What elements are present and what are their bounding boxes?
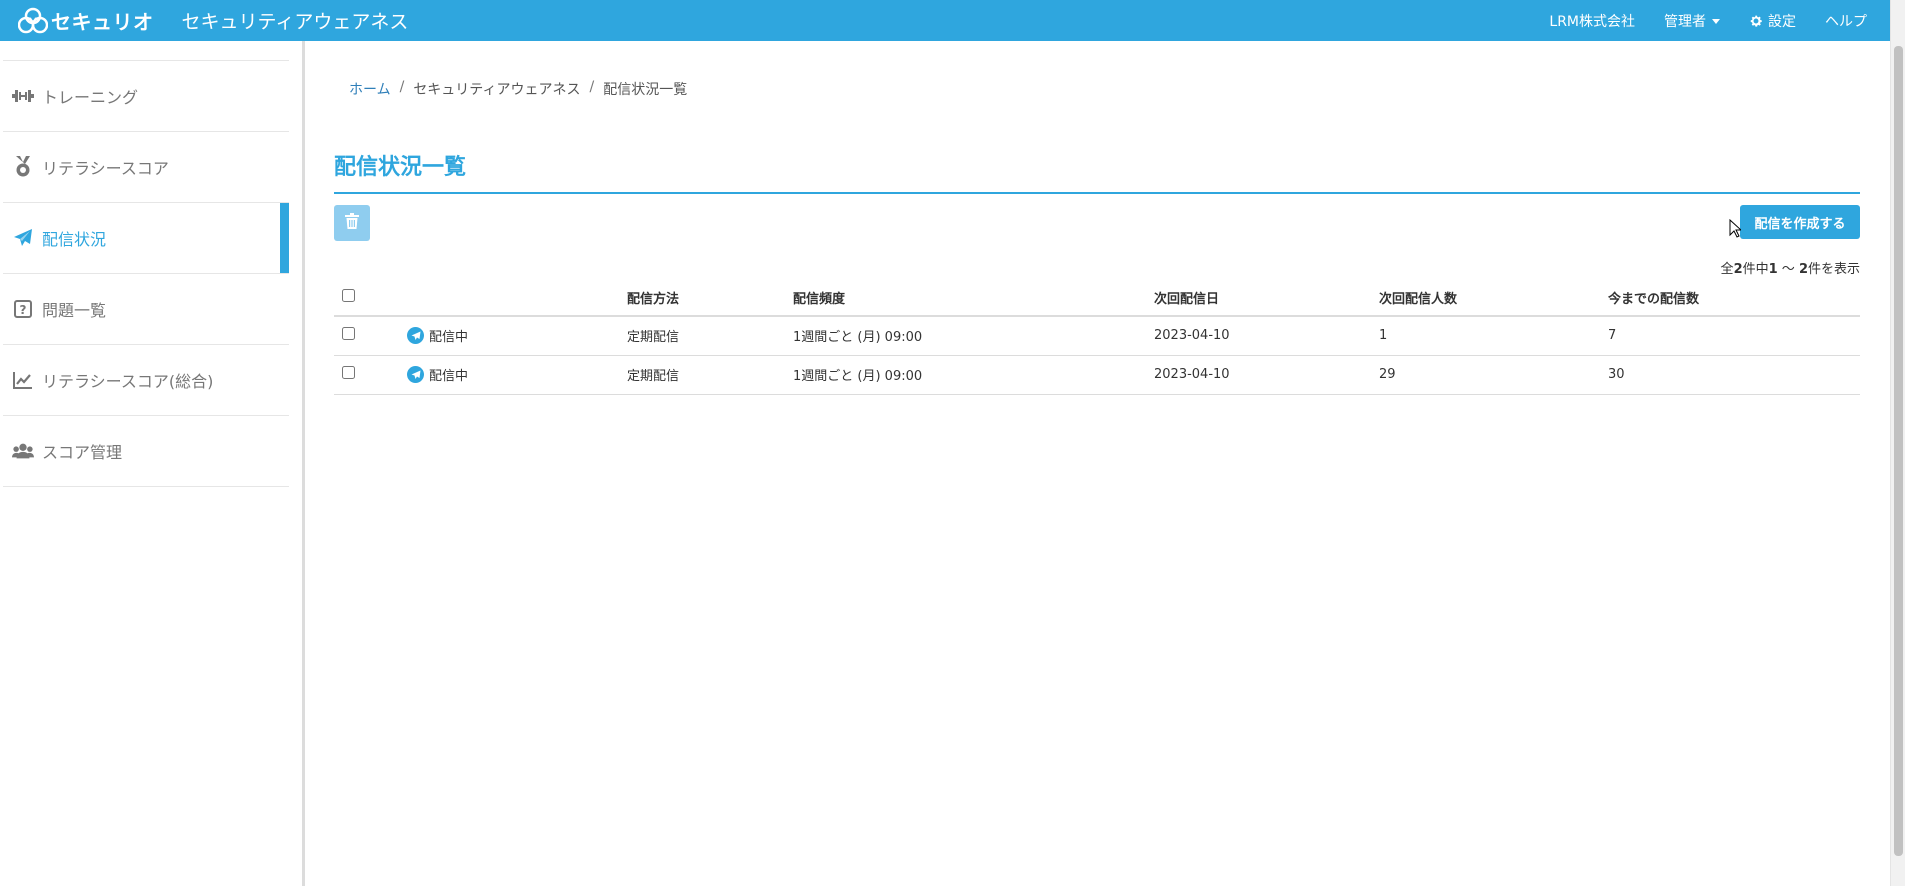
- column-header-method: 配信方法: [627, 280, 793, 317]
- next-date-cell: 2023-04-10: [1154, 316, 1379, 356]
- sidebar-item-question-list[interactable]: ? 問題一覧: [3, 274, 289, 345]
- logo[interactable]: セキュリオ: [17, 0, 154, 41]
- method-cell: 定期配信: [627, 316, 793, 356]
- paper-plane-icon: [407, 327, 424, 345]
- sidebar-item-label: トレーニング: [42, 88, 139, 107]
- company-link[interactable]: LRM株式会社: [1549, 11, 1635, 31]
- help-link[interactable]: ヘルプ: [1825, 11, 1867, 31]
- medal-icon: [12, 156, 34, 178]
- column-header-status: [407, 280, 627, 317]
- logo-mark-icon: [17, 6, 49, 36]
- trash-icon: [345, 213, 359, 233]
- mouse-cursor-icon: [1729, 218, 1743, 242]
- total-cell: 7: [1608, 316, 1860, 356]
- column-header-next-date: 次回配信日: [1154, 280, 1379, 317]
- sidebar: トレーニング リテラシースコア 配信状況 ? 問題一覧 リテラシースコア(総合)…: [0, 41, 305, 886]
- user-menu-label: 管理者: [1664, 13, 1706, 30]
- status-label: 配信中: [429, 330, 469, 346]
- breadcrumb-home-link[interactable]: ホーム: [349, 79, 391, 99]
- row-checkbox[interactable]: [342, 366, 355, 379]
- sidebar-item-label: リテラシースコア(総合): [42, 372, 214, 391]
- settings-link[interactable]: 設定: [1749, 11, 1796, 31]
- sidebar-item-literacy-score-total[interactable]: リテラシースコア(総合): [3, 345, 289, 416]
- create-delivery-button[interactable]: 配信を作成する: [1740, 205, 1860, 239]
- sidebar-item-label: 問題一覧: [42, 301, 107, 320]
- question-square-icon: ?: [12, 298, 34, 320]
- select-all-cell: [334, 280, 407, 317]
- delete-button[interactable]: [334, 205, 370, 241]
- row-checkbox[interactable]: [342, 327, 355, 341]
- breadcrumb-current: 配信状況一覧: [603, 82, 688, 98]
- logo-text: セキュリオ: [51, 10, 154, 34]
- sidebar-item-label: 配信状況: [42, 230, 107, 249]
- top-nav-menu: LRM株式会社 管理者 設定 ヘルプ: [1520, 0, 1867, 41]
- breadcrumb-section: セキュリティアウェアネス: [413, 82, 581, 98]
- column-header-frequency: 配信頻度: [793, 280, 1154, 317]
- settings-label: 設定: [1768, 13, 1796, 30]
- sidebar-item-label: スコア管理: [42, 443, 123, 462]
- next-count-cell: 1: [1379, 316, 1608, 356]
- app-title: セキュリティアウェアネス: [181, 11, 409, 33]
- next-date-cell: 2023-04-10: [1154, 355, 1379, 395]
- user-menu-dropdown[interactable]: 管理者: [1664, 11, 1720, 31]
- next-count-cell: 29: [1379, 355, 1608, 395]
- table-row[interactable]: 配信中 定期配信 1週間ごと (月) 09:00 2023-04-10 1 7: [334, 316, 1860, 356]
- page-title: 配信状況一覧: [334, 155, 467, 180]
- caret-down-icon: [1712, 19, 1720, 24]
- sidebar-item-literacy-score[interactable]: リテラシースコア: [3, 132, 289, 203]
- sidebar-item-score-management[interactable]: スコア管理: [3, 416, 289, 487]
- sidebar-item-delivery-status[interactable]: 配信状況: [3, 203, 289, 274]
- top-navbar: セキュリオ セキュリティアウェアネス LRM株式会社 管理者 設定 ヘルプ: [0, 0, 1890, 41]
- breadcrumb-separator: /: [399, 79, 405, 95]
- delivery-table: 配信方法 配信頻度 次回配信日 次回配信人数 今までの配信数 配信中 定期配信 …: [334, 280, 1860, 395]
- page-scrollbar[interactable]: [1890, 0, 1905, 886]
- paper-plane-icon: [12, 227, 34, 249]
- title-divider: [334, 192, 1860, 194]
- scrollbar-thumb[interactable]: [1894, 46, 1903, 856]
- frequency-cell: 1週間ごと (月) 09:00: [793, 355, 1154, 395]
- breadcrumb: ホーム / セキュリティアウェアネス / 配信状況一覧: [349, 79, 687, 99]
- select-all-checkbox[interactable]: [342, 289, 355, 302]
- sidebar-item-label: リテラシースコア: [42, 159, 169, 178]
- dumbbell-icon: [12, 85, 34, 107]
- table-header-row: 配信方法 配信頻度 次回配信日 次回配信人数 今までの配信数: [334, 280, 1860, 317]
- column-header-total: 今までの配信数: [1608, 280, 1860, 317]
- breadcrumb-separator: /: [589, 79, 595, 95]
- column-header-next-count: 次回配信人数: [1379, 280, 1608, 317]
- users-icon: [12, 440, 34, 462]
- status-badge: 配信中: [407, 326, 468, 345]
- sidebar-item-training[interactable]: トレーニング: [3, 61, 289, 132]
- table-row[interactable]: 配信中 定期配信 1週間ごと (月) 09:00 2023-04-10 29 3…: [334, 355, 1860, 395]
- chart-line-icon: [12, 369, 34, 391]
- status-label: 配信中: [429, 369, 469, 384]
- total-cell: 30: [1608, 355, 1860, 395]
- svg-text:?: ?: [20, 303, 27, 317]
- result-count: 全2件中1 〜 2件を表示: [1720, 262, 1860, 277]
- status-badge: 配信中: [407, 365, 468, 384]
- paper-plane-icon: [407, 366, 424, 383]
- frequency-cell: 1週間ごと (月) 09:00: [793, 316, 1154, 356]
- method-cell: 定期配信: [627, 355, 793, 395]
- gear-icon: [1749, 14, 1763, 28]
